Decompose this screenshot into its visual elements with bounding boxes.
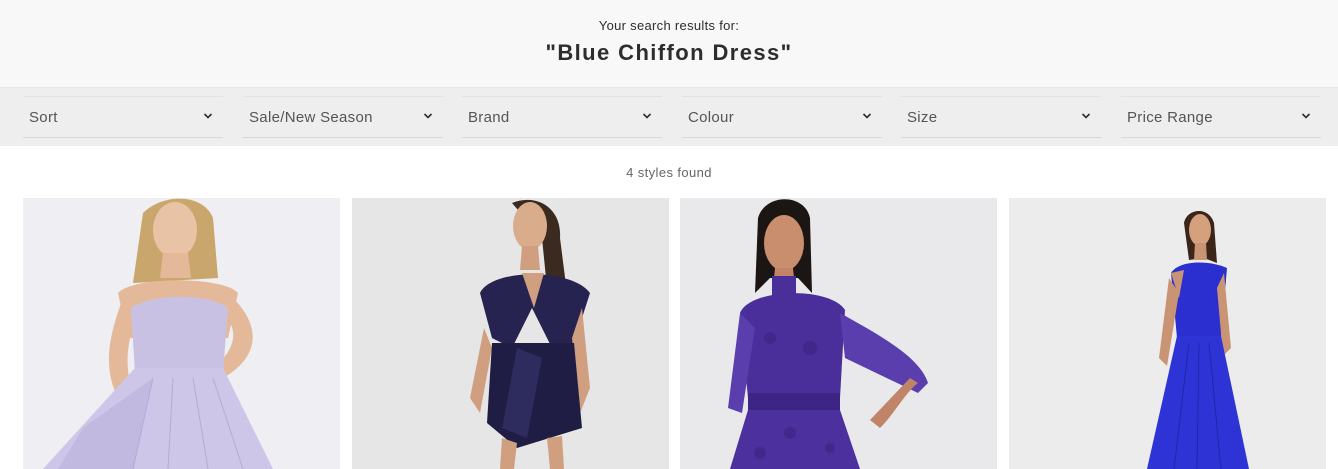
filter-size-dropdown[interactable]: Size [901, 96, 1101, 138]
chevron-down-icon [1081, 113, 1091, 119]
chevron-down-icon [642, 113, 652, 119]
filter-colour-dropdown[interactable]: Colour [682, 96, 882, 138]
search-results-prefix: Your search results for: [598, 18, 740, 33]
product-image-lilac-maxi-dress [23, 198, 340, 469]
filter-sort-dropdown[interactable]: Sort [23, 96, 223, 138]
filter-label: Sort [29, 109, 58, 126]
product-card-4[interactable] [1009, 198, 1326, 469]
filter-brand-dropdown[interactable]: Brand [462, 96, 662, 138]
product-image-purple-lace-dress [680, 198, 997, 469]
results-count: 4 styles found [626, 165, 712, 180]
search-term-title: "Blue Chiffon Dress" [545, 40, 793, 65]
product-card-1[interactable] [23, 198, 340, 469]
filter-bar: Sort Sale/New Season Brand Colour Size P… [0, 88, 1338, 146]
chevron-down-icon [1301, 113, 1311, 119]
filter-label: Colour [688, 109, 734, 126]
chevron-down-icon [203, 113, 213, 119]
filter-price-range-dropdown[interactable]: Price Range [1121, 96, 1321, 138]
product-image-cobalt-one-shoulder-dress [1009, 198, 1326, 469]
product-card-3[interactable] [680, 198, 997, 469]
chevron-down-icon [423, 113, 433, 119]
filter-sale-new-season-dropdown[interactable]: Sale/New Season [243, 96, 443, 138]
filter-label: Price Range [1127, 109, 1213, 126]
product-image-navy-wrap-dress [352, 198, 669, 469]
filter-label: Sale/New Season [249, 109, 373, 126]
filter-label: Size [907, 109, 938, 126]
filter-label: Brand [468, 109, 510, 126]
product-card-2[interactable] [352, 198, 669, 469]
search-header: Your search results for: "Blue Chiffon D… [0, 0, 1338, 88]
chevron-down-icon [862, 113, 872, 119]
